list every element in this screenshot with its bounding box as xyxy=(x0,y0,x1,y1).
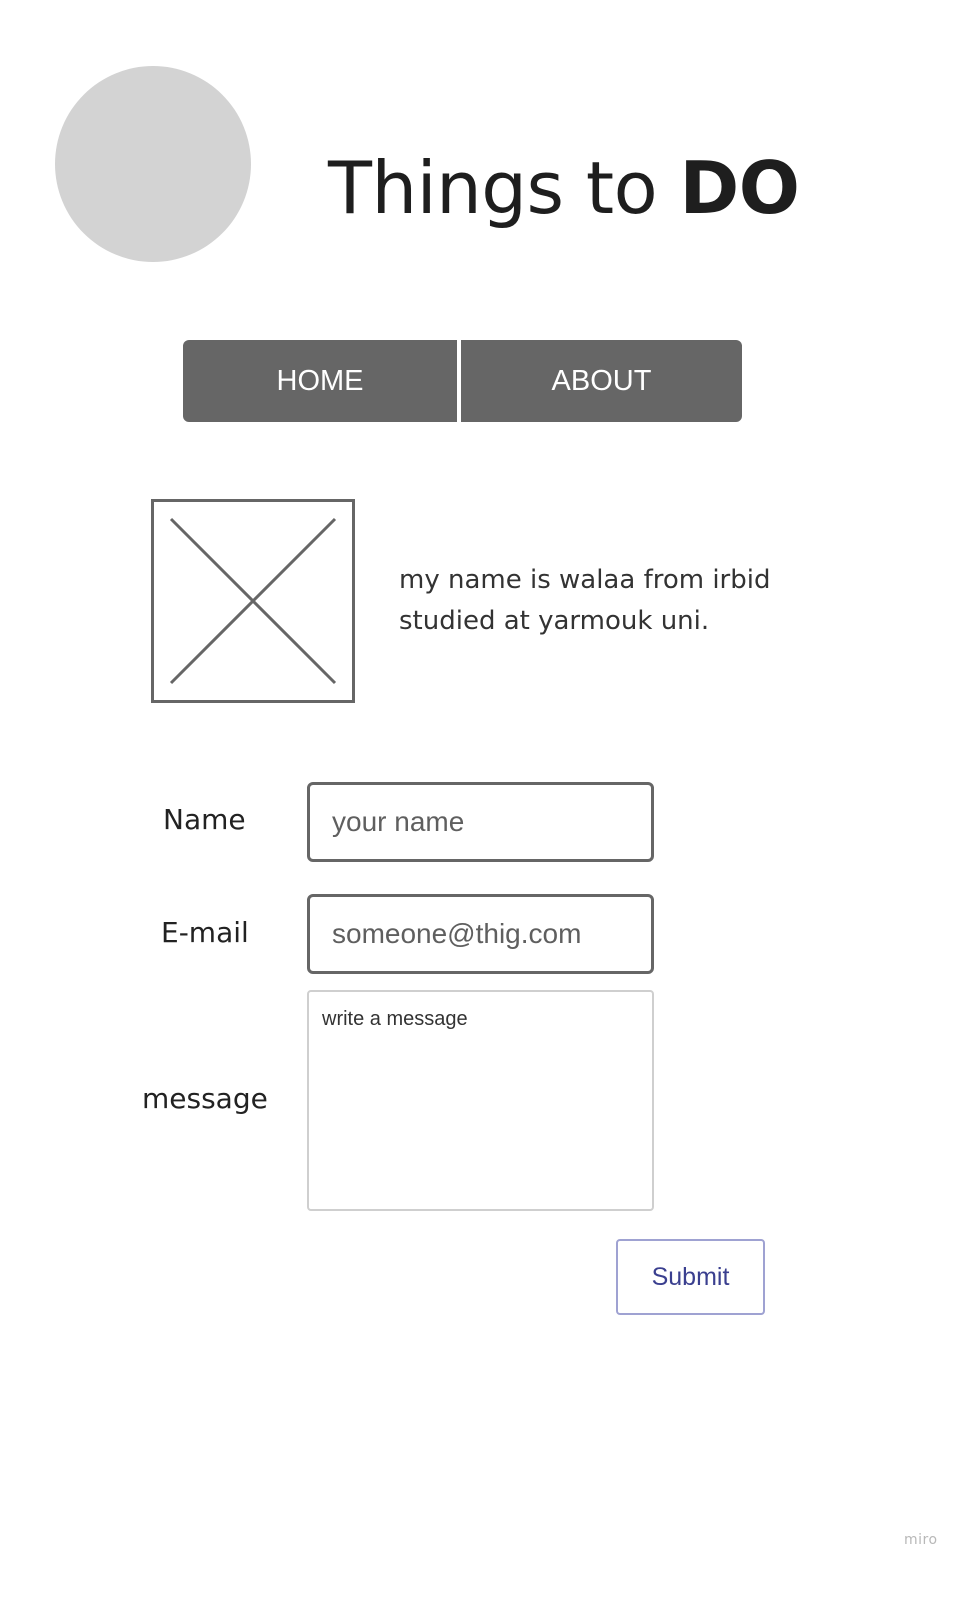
page-title-bold: DO xyxy=(679,146,800,230)
page-title-regular: Things to xyxy=(328,146,680,230)
bio-text: my name is walaa from irbid studied at y… xyxy=(399,560,770,642)
message-label: message xyxy=(142,1082,268,1115)
email-input[interactable] xyxy=(307,894,654,974)
page: Things to DO HOME ABOUT my name is walaa… xyxy=(0,0,977,1599)
logo-placeholder xyxy=(55,66,251,262)
message-textarea[interactable] xyxy=(307,990,654,1211)
submit-button[interactable]: Submit xyxy=(616,1239,765,1315)
name-input[interactable] xyxy=(307,782,654,862)
bio-line: my name is walaa from irbid xyxy=(399,565,771,595)
email-label: E-mail xyxy=(161,916,249,949)
image-placeholder-icon xyxy=(151,499,355,703)
main-nav: HOME ABOUT xyxy=(183,340,742,422)
nav-about-button[interactable]: ABOUT xyxy=(461,340,742,422)
bio-line: studied at yarmouk uni. xyxy=(399,606,710,636)
page-title: Things to DO xyxy=(328,140,800,236)
miro-watermark: miro xyxy=(904,1532,938,1548)
nav-home-button[interactable]: HOME xyxy=(183,340,457,422)
name-label: Name xyxy=(163,803,246,836)
